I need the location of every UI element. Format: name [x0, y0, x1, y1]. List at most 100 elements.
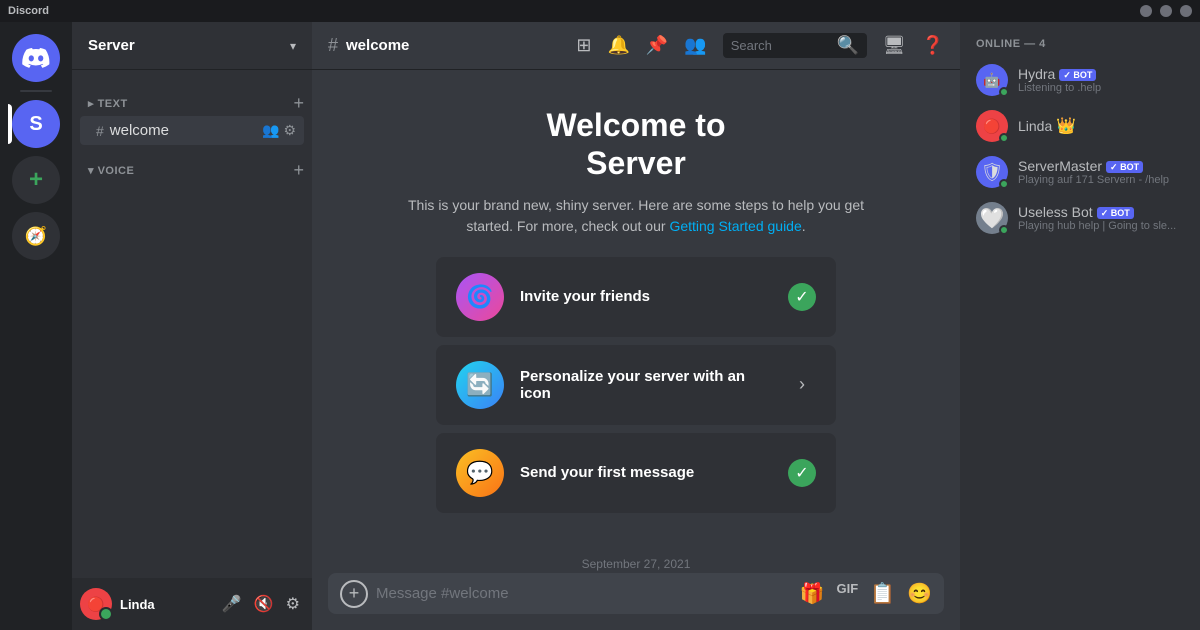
add-voice-channel-button[interactable]: + — [293, 161, 304, 179]
discord-home-button[interactable] — [12, 34, 60, 82]
user-avatar: 🔴 — [80, 588, 112, 620]
members-sidebar: ONLINE — 4 🤖 Hydra✓ BOT Listening to .he… — [960, 22, 1200, 630]
chat-area: Welcome toServer This is your brand new,… — [312, 70, 960, 573]
message-input-box: + 🎁 GIF 📋 😊 — [328, 573, 944, 614]
getting-started-link[interactable]: Getting Started guide — [669, 218, 801, 234]
sticker-icon[interactable]: 📋 — [870, 581, 895, 606]
linda-crown-badge: 👑 — [1056, 118, 1076, 135]
message-task-icon: 💬 — [456, 449, 504, 497]
window-controls — [1140, 5, 1192, 17]
uselessbot-bot-badge: ✓ BOT — [1097, 207, 1134, 219]
deafen-icon[interactable]: 🔇 — [250, 590, 278, 618]
add-attachment-button[interactable]: + — [340, 580, 368, 608]
inbox-icon[interactable]: 🖥 — [883, 35, 906, 56]
hash-icon: # — [96, 123, 104, 139]
member-item-uselessbot[interactable]: 🤍 Useless Bot✓ BOT Playing hub help | Go… — [968, 196, 1192, 240]
servermaster-info: ServerMaster✓ BOT Playing auf 171 Server… — [1018, 158, 1184, 186]
welcome-section: Welcome toServer This is your brand new,… — [312, 86, 960, 541]
linda-name: Linda👑 — [1018, 116, 1184, 136]
user-settings-icon[interactable]: ⚙ — [282, 590, 304, 618]
uselessbot-avatar: 🤍 — [976, 202, 1008, 234]
channel-actions: 👥 ⚙ — [262, 122, 296, 139]
message-task-label: Send your first message — [520, 464, 772, 481]
message-task-status: ✓ — [788, 459, 816, 487]
online-dot — [999, 87, 1009, 97]
members-icon[interactable]: 👥 — [684, 35, 706, 56]
online-count: ONLINE — 4 — [968, 38, 1192, 58]
search-icon: 🔍 — [837, 35, 859, 56]
search-box[interactable]: 🔍 — [723, 33, 867, 58]
message-input-area: + 🎁 GIF 📋 😊 — [312, 573, 960, 630]
mute-icon[interactable]: 🎤 — [218, 590, 246, 618]
task-card-invite[interactable]: 🌀 Invite your friends ✓ — [436, 257, 836, 337]
threads-icon[interactable]: ⊞ — [576, 35, 591, 56]
user-panel-icons: 🎤 🔇 ⚙ — [218, 590, 304, 618]
gif-button[interactable]: GIF — [837, 581, 859, 606]
uselessbot-status: Playing hub help | Going to sle... — [1018, 220, 1184, 232]
server-list: S + 🧭 — [0, 22, 72, 630]
maximize-button[interactable] — [1160, 5, 1172, 17]
server-divider — [20, 90, 52, 92]
chevron-down-icon: ▾ — [290, 39, 296, 53]
server-header[interactable]: Server ▾ — [72, 22, 312, 70]
help-icon[interactable]: ❓ — [922, 35, 944, 56]
hydra-avatar: 🤖 — [976, 64, 1008, 96]
servermaster-online-dot — [999, 179, 1009, 189]
task-card-personalize[interactable]: 🔄 Personalize your server with an icon › — [436, 345, 836, 425]
invite-task-label: Invite your friends — [520, 288, 772, 305]
hydra-status: Listening to .help — [1018, 82, 1184, 94]
channel-header-name: welcome — [346, 37, 409, 54]
uselessbot-online-dot — [999, 225, 1009, 235]
close-button[interactable] — [1180, 5, 1192, 17]
invite-task-icon: 🌀 — [456, 273, 504, 321]
add-text-channel-button[interactable]: + — [293, 94, 304, 112]
personalize-task-arrow: › — [788, 371, 816, 399]
titlebar: Discord — [0, 0, 1200, 22]
add-member-icon[interactable]: 👥 — [262, 122, 279, 139]
hydra-bot-badge: ✓ BOT — [1059, 69, 1096, 81]
personalize-task-icon: 🔄 — [456, 361, 504, 409]
servermaster-bot-badge: ✓ BOT — [1106, 161, 1143, 173]
channel-list: ▸ TEXT + # welcome 👥 ⚙ ▾ VOICE + — [72, 70, 312, 578]
invite-task-status: ✓ — [788, 283, 816, 311]
uselessbot-name: Useless Bot✓ BOT — [1018, 204, 1184, 220]
add-server-button[interactable]: + — [12, 156, 60, 204]
welcome-subtitle: This is your brand new, shiny server. He… — [406, 195, 866, 237]
input-icons: 🎁 GIF 📋 😊 — [800, 581, 932, 606]
gift-icon[interactable]: 🎁 — [800, 581, 825, 606]
channel-name-welcome: welcome — [110, 122, 169, 139]
channel-sidebar: Server ▾ ▸ TEXT + # welcome 👥 ⚙ ▾ VOICE … — [72, 22, 312, 630]
channel-item-welcome[interactable]: # welcome 👥 ⚙ — [80, 116, 304, 145]
main-content: # welcome ⊞ 🔔 📌 👥 🔍 🖥 ❓ Welcome toServer — [312, 22, 960, 630]
notifications-icon[interactable]: 🔔 — [607, 35, 629, 56]
search-input[interactable] — [731, 38, 831, 53]
member-item-servermaster[interactable]: 🛡 ServerMaster✓ BOT Playing auf 171 Serv… — [968, 150, 1192, 194]
message-input[interactable] — [376, 573, 792, 614]
server-s-button[interactable]: S — [12, 100, 60, 148]
channel-header: # welcome ⊞ 🔔 📌 👥 🔍 🖥 ❓ — [312, 22, 960, 70]
emoji-icon[interactable]: 😊 — [907, 581, 932, 606]
member-item-linda[interactable]: 🔴 Linda👑 — [968, 104, 1192, 148]
personalize-task-label: Personalize your server with an icon — [520, 368, 772, 402]
linda-info: Linda👑 — [1018, 116, 1184, 136]
text-category: ▸ TEXT + — [72, 78, 312, 116]
text-category-label: ▸ TEXT — [88, 97, 128, 110]
member-item-hydra[interactable]: 🤖 Hydra✓ BOT Listening to .help — [968, 58, 1192, 102]
user-panel: 🔴 Linda 🎤 🔇 ⚙ — [72, 578, 312, 630]
task-card-message[interactable]: 💬 Send your first message ✓ — [436, 433, 836, 513]
servermaster-name: ServerMaster✓ BOT — [1018, 158, 1184, 174]
app-body: S + 🧭 Server ▾ ▸ TEXT + # welcome 👥 ⚙ ▾ — [0, 22, 1200, 630]
minimize-button[interactable] — [1140, 5, 1152, 17]
discover-button[interactable]: 🧭 — [12, 212, 60, 260]
voice-category-label: ▾ VOICE — [88, 164, 134, 177]
linda-avatar: 🔴 — [976, 110, 1008, 142]
servermaster-avatar: 🛡 — [976, 156, 1008, 188]
date-separator: September 27, 2021 — [312, 557, 960, 571]
hydra-name: Hydra✓ BOT — [1018, 66, 1184, 82]
settings-icon[interactable]: ⚙ — [283, 122, 296, 139]
pin-icon[interactable]: 📌 — [646, 35, 668, 56]
uselessbot-info: Useless Bot✓ BOT Playing hub help | Goin… — [1018, 204, 1184, 232]
header-icons: ⊞ 🔔 📌 👥 🔍 🖥 ❓ — [576, 33, 944, 58]
app-title: Discord — [8, 5, 49, 17]
linda-online-dot — [999, 133, 1009, 143]
